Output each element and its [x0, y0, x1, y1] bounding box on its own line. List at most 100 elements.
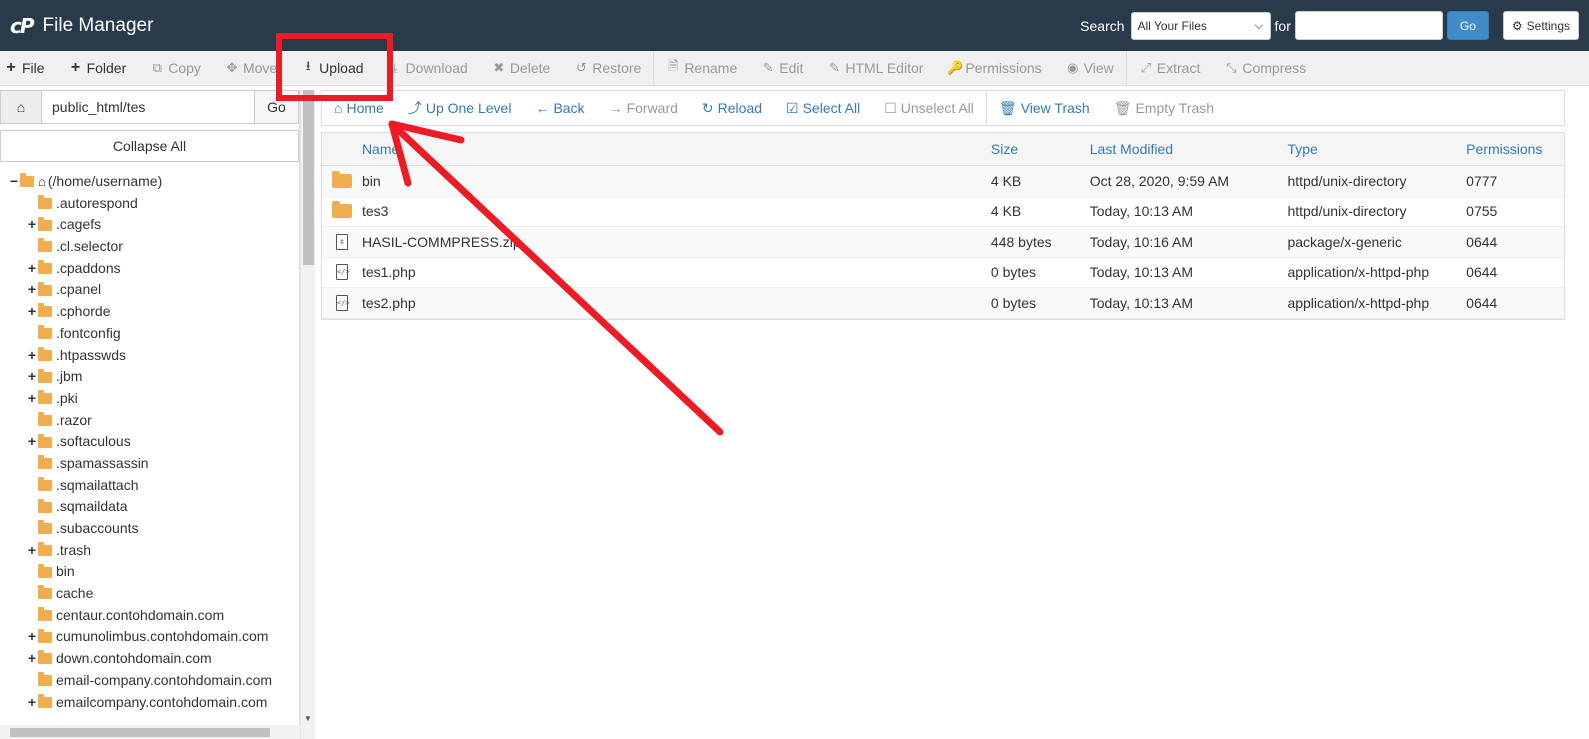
expand-toggle[interactable]: +: [26, 301, 38, 323]
settings-button[interactable]: ⚙ Settings: [1502, 11, 1579, 40]
tree-scrollbar[interactable]: ▼: [300, 90, 315, 739]
tree-item[interactable]: .razor: [0, 410, 299, 432]
back-button[interactable]: ← Back: [523, 100, 596, 116]
tree-item-label: .cagefs: [56, 216, 102, 233]
expand-icon: ⤢: [1140, 60, 1151, 75]
view-button[interactable]: ◉ View: [1054, 51, 1126, 86]
collapse-toggle[interactable]: −: [8, 171, 20, 193]
tree-item[interactable]: .fontconfig: [0, 323, 299, 345]
tree-item[interactable]: email-company.contohdomain.com: [0, 670, 299, 692]
select-all-button[interactable]: ☑ Select All: [774, 100, 872, 117]
code-glyph-icon: </>: [336, 268, 350, 277]
tree-item[interactable]: centaur.contohdomain.com: [0, 605, 299, 627]
upload-button[interactable]: ⭳ Upload: [289, 51, 375, 86]
type-column-header[interactable]: Type: [1287, 141, 1466, 157]
search-scope-select[interactable]: All Your Files ⌵: [1130, 11, 1271, 40]
tree-item[interactable]: + .softaculous: [0, 431, 299, 453]
forward-button[interactable]: → Forward: [597, 100, 690, 116]
scroll-thumb[interactable]: [303, 90, 314, 265]
edit-button[interactable]: ✎ Edit: [749, 51, 815, 86]
tree-item[interactable]: .sqmaildata: [0, 496, 299, 518]
expand-toggle[interactable]: +: [26, 258, 38, 280]
tree-item[interactable]: + .cpaddons: [0, 258, 299, 280]
html-editor-button[interactable]: ✎ HTML Editor: [815, 51, 935, 86]
extract-button[interactable]: ⤢ Extract: [1127, 51, 1213, 86]
download-label: Download: [405, 60, 468, 76]
checkbox-checked-icon: ☑: [786, 99, 799, 116]
table-row[interactable]: </> tes1.php 0 bytes Today, 10:13 AM applica…: [322, 258, 1564, 288]
empty-trash-button[interactable]: 🗑 Empty Trash: [1102, 100, 1226, 117]
expand-toggle[interactable]: +: [26, 648, 38, 670]
tree-item[interactable]: + emailcompany.contohdomain.com: [0, 692, 299, 714]
path-go-button[interactable]: Go: [254, 91, 298, 123]
reload-button[interactable]: ↻ Reload: [690, 100, 774, 117]
collapse-all-button[interactable]: Collapse All: [0, 130, 299, 162]
tree-item[interactable]: .cl.selector: [0, 236, 299, 258]
search-go-button[interactable]: Go: [1446, 11, 1489, 40]
gear-icon: ⚙: [1511, 18, 1523, 33]
compress-button[interactable]: ⤡ Compress: [1212, 51, 1318, 86]
download-button[interactable]: ⤓ Download: [376, 51, 480, 86]
home-path-button[interactable]: ⌂: [1, 91, 42, 123]
rename-button[interactable]: 🗎 Rename: [654, 51, 749, 86]
tree-item[interactable]: + .pki: [0, 388, 299, 410]
pencil-icon: ✎: [762, 60, 774, 75]
tree-item[interactable]: + cumunolimbus.contohdomain.com: [0, 626, 299, 648]
file-permissions-cell: 0777: [1466, 172, 1498, 189]
new-folder-button[interactable]: + Folder: [57, 51, 139, 86]
tree-root[interactable]: − ⌂ (/home/username): [0, 171, 299, 193]
permissions-button[interactable]: 🔑 Permissions: [935, 51, 1053, 86]
unselect-all-button[interactable]: ☐ Unselect All: [872, 100, 986, 117]
tree-item[interactable]: + .cagefs: [0, 214, 299, 236]
modified-column-header[interactable]: Last Modified: [1090, 141, 1288, 157]
tree-item[interactable]: bin: [0, 561, 299, 583]
folder-icon: [38, 542, 52, 557]
tree-item[interactable]: + .cphorde: [0, 301, 299, 323]
file-permissions-cell: 0644: [1466, 233, 1498, 250]
tree-horizontal-scrollbar[interactable]: [0, 725, 300, 739]
expand-toggle[interactable]: +: [26, 626, 38, 648]
expand-toggle[interactable]: +: [26, 692, 38, 714]
delete-button[interactable]: ✖ Delete: [480, 51, 562, 86]
tree-item[interactable]: + .trash: [0, 540, 299, 562]
expand-toggle[interactable]: +: [26, 540, 38, 562]
expand-toggle[interactable]: +: [26, 366, 38, 388]
restore-button[interactable]: ↺ Restore: [562, 51, 653, 86]
expand-toggle[interactable]: +: [26, 345, 38, 367]
tree-item[interactable]: .sqmailattach: [0, 475, 299, 497]
home-button[interactable]: ⌂ Home: [322, 100, 396, 116]
move-icon: ✥: [226, 60, 238, 75]
up-one-level-button[interactable]: ⤴ Up One Level: [396, 98, 524, 118]
tree-item[interactable]: + .htpasswds: [0, 345, 299, 367]
name-column-header[interactable]: Name: [362, 141, 991, 157]
expand-toggle[interactable]: +: [26, 431, 38, 453]
app-logo[interactable]: cP File Manager: [10, 14, 153, 38]
tree-item[interactable]: .spamassassin: [0, 453, 299, 475]
expand-toggle[interactable]: +: [26, 388, 38, 410]
expand-toggle[interactable]: +: [26, 279, 38, 301]
view-trash-button[interactable]: 🗑 View Trash: [987, 100, 1102, 117]
scroll-down-arrow-icon[interactable]: ▼: [304, 714, 312, 723]
table-row[interactable]: bin 4 KB Oct 28, 2020, 9:59 AM httpd/unix-d…: [322, 166, 1564, 197]
expand-toggle[interactable]: +: [26, 214, 38, 236]
size-column-header[interactable]: Size: [991, 141, 1090, 157]
table-row[interactable]: ‡ HASIL-COMMPRESS.zip 448 bytes Today, 10:1…: [322, 227, 1564, 258]
forward-label: Forward: [626, 100, 678, 116]
tree-item-label: .sqmaildata: [56, 498, 128, 515]
tree-item[interactable]: .subaccounts: [0, 518, 299, 540]
tree-item[interactable]: cache: [0, 583, 299, 605]
tree-item[interactable]: + .jbm: [0, 366, 299, 388]
copy-button[interactable]: ⧉ Copy: [138, 51, 213, 86]
table-row[interactable]: tes3 4 KB Today, 10:13 AM httpd/unix-direct…: [322, 197, 1564, 227]
permissions-column-header[interactable]: Permissions: [1466, 141, 1564, 157]
file-modified-cell: Today, 10:13 AM: [1089, 264, 1194, 281]
tree-item[interactable]: + down.contohdomain.com: [0, 648, 299, 670]
search-input[interactable]: [1294, 11, 1443, 40]
tree-item[interactable]: .autorespond: [0, 193, 299, 215]
path-input[interactable]: public_html/tes: [42, 91, 254, 123]
move-button[interactable]: ✥ Move: [213, 51, 289, 86]
table-row[interactable]: </> tes2.php 0 bytes Today, 10:13 AM applica…: [322, 288, 1564, 319]
new-file-button[interactable]: + File: [0, 51, 57, 86]
scroll-thumb[interactable]: [10, 728, 270, 737]
tree-item[interactable]: + .cpanel: [0, 279, 299, 301]
